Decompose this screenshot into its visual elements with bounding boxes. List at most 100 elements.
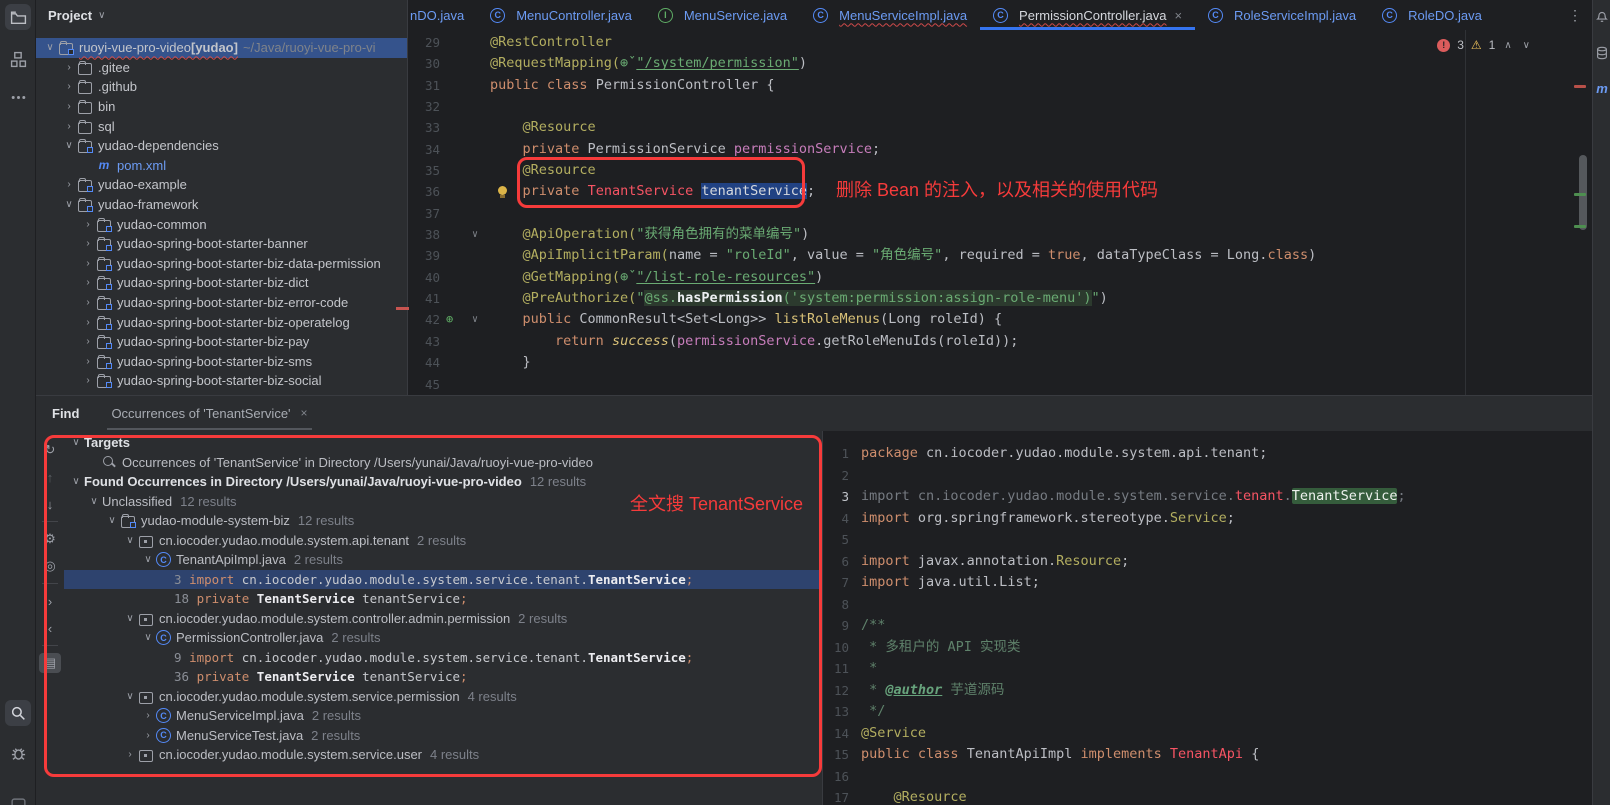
editor-tab[interactable]: IMenuService.java <box>645 0 800 30</box>
bottom-partial-icon[interactable] <box>5 792 31 805</box>
tree-row[interactable]: ∨yudao-framework <box>36 195 407 215</box>
tree-row[interactable]: ›yudao-spring-boot-starter-biz-social <box>36 371 407 391</box>
close-icon[interactable]: × <box>301 406 308 420</box>
prev-error-button[interactable]: ∧ <box>1502 40 1513 51</box>
tree-chevron-icon[interactable]: ∨ <box>61 199 77 210</box>
structure-icon[interactable] <box>5 46 31 72</box>
tree-chevron-icon[interactable]: › <box>61 81 77 92</box>
find-group-row[interactable]: ∨cn.iocoder.yudao.module.system.api.tena… <box>64 531 824 551</box>
tree-chevron-icon[interactable]: › <box>80 277 96 288</box>
fold-arrow-icon[interactable]: ∨ <box>472 309 478 330</box>
find-group-row[interactable]: ∨CTenantApiImpl.java2 results <box>64 550 824 570</box>
tab-list-more-icon[interactable]: ⋮ <box>1558 0 1592 30</box>
find-group-row[interactable]: ∨CPermissionController.java2 results <box>64 628 824 648</box>
expand-all-icon[interactable]: › <box>39 591 61 611</box>
project-tool-icon[interactable] <box>5 4 31 30</box>
find-group-row[interactable]: ∨Targets <box>64 433 824 453</box>
search-icon[interactable] <box>5 700 31 726</box>
find-group-row[interactable]: ∨Found Occurrences in Directory /Users/y… <box>64 472 824 492</box>
tree-row[interactable]: ›yudao-example <box>36 175 407 195</box>
tree-chevron-icon[interactable]: ∨ <box>86 496 102 507</box>
tree-row[interactable]: ›bin <box>36 97 407 117</box>
debug-bug-icon[interactable] <box>5 740 31 766</box>
tree-chevron-icon[interactable]: ∨ <box>68 437 84 448</box>
tree-row[interactable]: ∨yudao-dependencies <box>36 136 407 156</box>
find-result-row[interactable]: 3 import cn.iocoder.yudao.module.system.… <box>64 570 824 590</box>
tree-chevron-icon[interactable]: ∨ <box>68 476 84 487</box>
database-icon[interactable] <box>1594 45 1610 61</box>
find-result-row[interactable]: 18 private TenantService tenantService; <box>64 589 824 609</box>
find-group-row[interactable]: ∨cn.iocoder.yudao.module.system.controll… <box>64 609 824 629</box>
notifications-bell-icon[interactable] <box>1594 8 1610 24</box>
editor-tab[interactable]: nDO.java <box>408 0 477 30</box>
tree-chevron-icon[interactable]: › <box>80 336 96 347</box>
editor-tab[interactable]: CPermissionController.java× <box>980 0 1195 30</box>
find-result-row[interactable]: 9 import cn.iocoder.yudao.module.system.… <box>64 648 824 668</box>
find-group-row[interactable]: Occurrences of 'TenantService' in Direct… <box>64 453 824 473</box>
tree-chevron-icon[interactable]: ∨ <box>122 691 138 702</box>
tree-chevron-icon[interactable]: › <box>80 317 96 328</box>
next-occurrence-icon[interactable]: ↓ <box>39 494 61 514</box>
project-panel-header[interactable]: Project ∨ <box>36 0 408 30</box>
collapse-all-icon[interactable]: ‹ <box>39 618 61 638</box>
tree-row[interactable]: ›yudao-spring-boot-starter-banner <box>36 234 407 254</box>
previous-occurrence-icon[interactable]: ↑ <box>39 467 61 487</box>
tree-chevron-icon[interactable]: › <box>61 179 77 190</box>
preview-editor[interactable]: 1package cn.iocoder.yudao.module.system.… <box>822 431 1592 805</box>
tree-chevron-icon[interactable]: ∨ <box>140 554 156 565</box>
find-results-tab[interactable]: Occurrences of 'TenantService' × <box>107 396 311 430</box>
close-icon[interactable]: × <box>1174 8 1182 23</box>
code-lines[interactable]: 1package cn.iocoder.yudao.module.system.… <box>823 443 1592 805</box>
tree-chevron-icon[interactable]: › <box>80 258 96 269</box>
more-tools-icon[interactable] <box>5 84 31 110</box>
tree-chevron-icon[interactable]: › <box>61 62 77 73</box>
tree-chevron-icon[interactable]: ∨ <box>122 613 138 624</box>
tree-chevron-icon[interactable]: › <box>61 121 77 132</box>
find-group-row[interactable]: ›CMenuServiceTest.java2 results <box>64 726 824 746</box>
editor-tab[interactable]: CRoleServiceImpl.java <box>1195 0 1369 30</box>
find-group-row[interactable]: ∨cn.iocoder.yudao.module.system.service.… <box>64 687 824 707</box>
tree-row[interactable]: ›.gitee <box>36 58 407 78</box>
code-lines[interactable]: 29@RestController30@RequestMapping(⊕ˇ"/s… <box>408 32 1592 395</box>
editor-tab[interactable]: CMenuController.java <box>477 0 645 30</box>
tree-row[interactable]: ›yudao-common <box>36 214 407 234</box>
code-editor[interactable]: 29@RestController30@RequestMapping(⊕ˇ"/s… <box>408 30 1592 395</box>
tree-row[interactable]: ›yudao-spring-boot-starter-biz-error-cod… <box>36 293 407 313</box>
tree-chevron-icon[interactable]: › <box>80 219 96 230</box>
tree-row[interactable]: ›.github <box>36 77 407 97</box>
tree-row[interactable]: ›yudao-spring-boot-starter-biz-operatelo… <box>36 312 407 332</box>
find-result-row[interactable]: 36 private TenantService tenantService; <box>64 667 824 687</box>
tree-chevron-icon[interactable]: › <box>140 730 156 741</box>
tree-chevron-icon[interactable]: ∨ <box>104 515 120 526</box>
tree-chevron-icon[interactable]: ∨ <box>140 632 156 643</box>
editor-tab[interactable]: CMenuServiceImpl.java <box>800 0 980 30</box>
tree-row[interactable]: ›yudao-spring-boot-starter-biz-dict <box>36 273 407 293</box>
tree-chevron-icon[interactable]: › <box>61 101 77 112</box>
rerun-search-icon[interactable]: ↻ <box>39 440 61 460</box>
settings-gear-icon[interactable]: ⚙ <box>39 529 61 549</box>
tree-chevron-icon[interactable]: › <box>140 710 156 721</box>
editor-tab[interactable]: CRoleDO.java <box>1369 0 1495 30</box>
tree-chevron-icon[interactable]: › <box>80 356 96 367</box>
tree-row[interactable]: ›yudao-spring-boot-starter-biz-data-perm… <box>36 254 407 274</box>
rest-api-globe-icon[interactable]: ⊕ <box>446 309 453 330</box>
fold-arrow-icon[interactable]: ∨ <box>472 224 478 245</box>
tree-chevron-icon[interactable]: ∨ <box>122 535 138 546</box>
tree-chevron-icon[interactable]: › <box>80 375 96 386</box>
preview-eye-icon[interactable]: ◎ <box>39 556 61 576</box>
tree-chevron-icon[interactable]: › <box>80 297 96 308</box>
maven-icon[interactable]: m <box>1594 80 1610 96</box>
tree-chevron-icon[interactable]: ∨ <box>61 140 77 151</box>
tree-chevron-icon[interactable]: › <box>122 749 138 760</box>
tree-chevron-icon[interactable]: ∨ <box>42 42 58 53</box>
tree-chevron-icon[interactable]: › <box>80 238 96 249</box>
tree-row[interactable]: ›yudao-spring-boot-starter-biz-pay <box>36 332 407 352</box>
tree-row[interactable]: ∨ruoyi-vue-pro-video [yudao]~/Java/ruoyi… <box>36 38 407 58</box>
next-error-button[interactable]: ∨ <box>1521 40 1532 51</box>
preview-panel-icon[interactable]: ▤ <box>39 653 61 673</box>
find-group-row[interactable]: ›cn.iocoder.yudao.module.system.service.… <box>64 745 824 765</box>
tree-row[interactable]: mpom.xml <box>36 156 407 176</box>
find-group-row[interactable]: ›CMenuServiceImpl.java2 results <box>64 706 824 726</box>
tree-row[interactable]: ›yudao-spring-boot-starter-biz-sms <box>36 352 407 372</box>
tree-row[interactable]: ›sql <box>36 116 407 136</box>
